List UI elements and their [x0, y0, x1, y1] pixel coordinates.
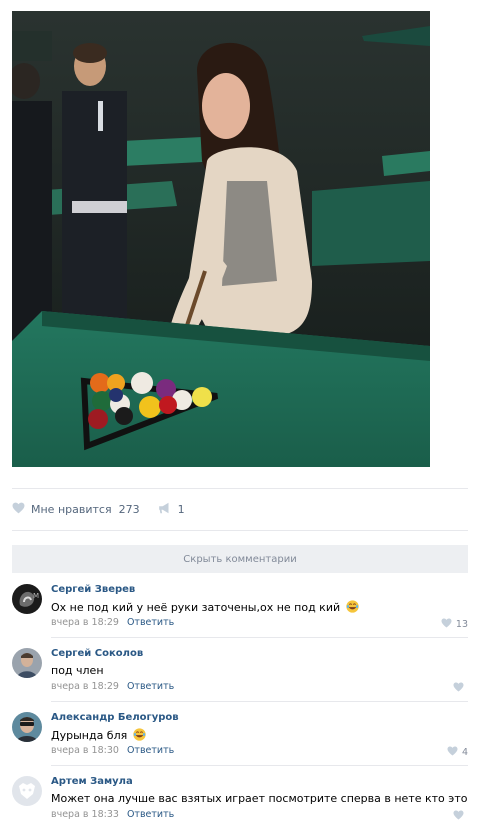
hide-comments-button[interactable]: Скрыть комментарии: [12, 545, 468, 573]
laughing-tears-emoji-icon: [345, 600, 359, 613]
comment-time[interactable]: вчера в 18:29: [51, 681, 119, 692]
reply-link[interactable]: Ответить: [127, 745, 174, 756]
megaphone-icon: [158, 502, 172, 517]
heart-icon: [453, 810, 464, 823]
comment-item: M Сергей Зверев Ох не под кий у неё руки…: [12, 584, 468, 631]
avatar[interactable]: M: [12, 584, 42, 614]
reply-link[interactable]: Ответить: [127, 809, 174, 820]
avatar[interactable]: [12, 776, 42, 806]
post-actions: Мне нравится 273 1: [12, 500, 185, 518]
comment-text: Может она лучше вас взятых играет посмот…: [51, 792, 468, 805]
reply-link[interactable]: Ответить: [127, 681, 174, 692]
comment-item: Александр Белогуров Дурында бля вчера в …: [12, 712, 468, 759]
comment-divider: [51, 765, 468, 766]
comment-text: под член: [51, 664, 104, 677]
comment-time[interactable]: вчера в 18:33: [51, 809, 119, 820]
comment-like-button[interactable]: [453, 682, 468, 695]
comment-meta: вчера в 18:30 Ответить: [51, 745, 174, 756]
reply-link[interactable]: Ответить: [127, 617, 174, 628]
photo-illustration: [12, 11, 430, 467]
comment-author[interactable]: Сергей Зверев: [51, 584, 135, 595]
hide-comments-label: Скрыть комментарии: [183, 553, 297, 565]
like-count: 273: [118, 502, 140, 516]
like-button[interactable]: Мне нравится 273: [12, 502, 140, 517]
comment-item: Артем Замула Может она лучше вас взятых …: [12, 776, 468, 820]
avatar[interactable]: [12, 712, 42, 742]
comment-meta: вчера в 18:29 Ответить: [51, 681, 174, 692]
comment-divider: [51, 701, 468, 702]
comment-time[interactable]: вчера в 18:30: [51, 745, 119, 756]
comment-meta: вчера в 18:33 Ответить: [51, 809, 174, 820]
share-button[interactable]: 1: [158, 502, 185, 517]
comment-author[interactable]: Артем Замула: [51, 776, 133, 787]
comment-divider: [51, 637, 468, 638]
heart-icon: [441, 618, 452, 631]
post-photo[interactable]: [12, 11, 430, 467]
like-label: Мне нравится: [31, 502, 112, 516]
heart-icon: [12, 502, 25, 517]
divider-top: [12, 488, 468, 489]
comment-text: Ох не под кий у неё руки заточены,ох не …: [51, 600, 359, 614]
comment-author[interactable]: Александр Белогуров: [51, 712, 179, 723]
comment-item: Сергей Соколов под член вчера в 18:29 Отв…: [12, 648, 468, 692]
comment-author[interactable]: Сергей Соколов: [51, 648, 143, 659]
comment-text: Дурында бля: [51, 728, 146, 742]
comment-text-content: Ох не под кий у неё руки заточены,ох не …: [51, 601, 341, 614]
comment-time[interactable]: вчера в 18:29: [51, 617, 119, 628]
comment-like-button[interactable]: 13: [441, 618, 468, 631]
svg-text:M: M: [33, 592, 39, 600]
share-count: 1: [177, 502, 185, 516]
laughing-tears-emoji-icon: [133, 728, 146, 741]
comment-like-count: 13: [455, 619, 468, 630]
avatar[interactable]: [12, 648, 42, 678]
heart-icon: [447, 746, 458, 759]
comment-text-content: Дурында бля: [51, 729, 128, 742]
comment-like-count: 4: [461, 747, 468, 758]
comment-meta: вчера в 18:29 Ответить: [51, 617, 174, 628]
heart-icon: [453, 682, 464, 695]
comment-like-button[interactable]: [453, 810, 468, 823]
divider-bottom: [12, 530, 468, 531]
comment-like-button[interactable]: 4: [447, 746, 468, 759]
